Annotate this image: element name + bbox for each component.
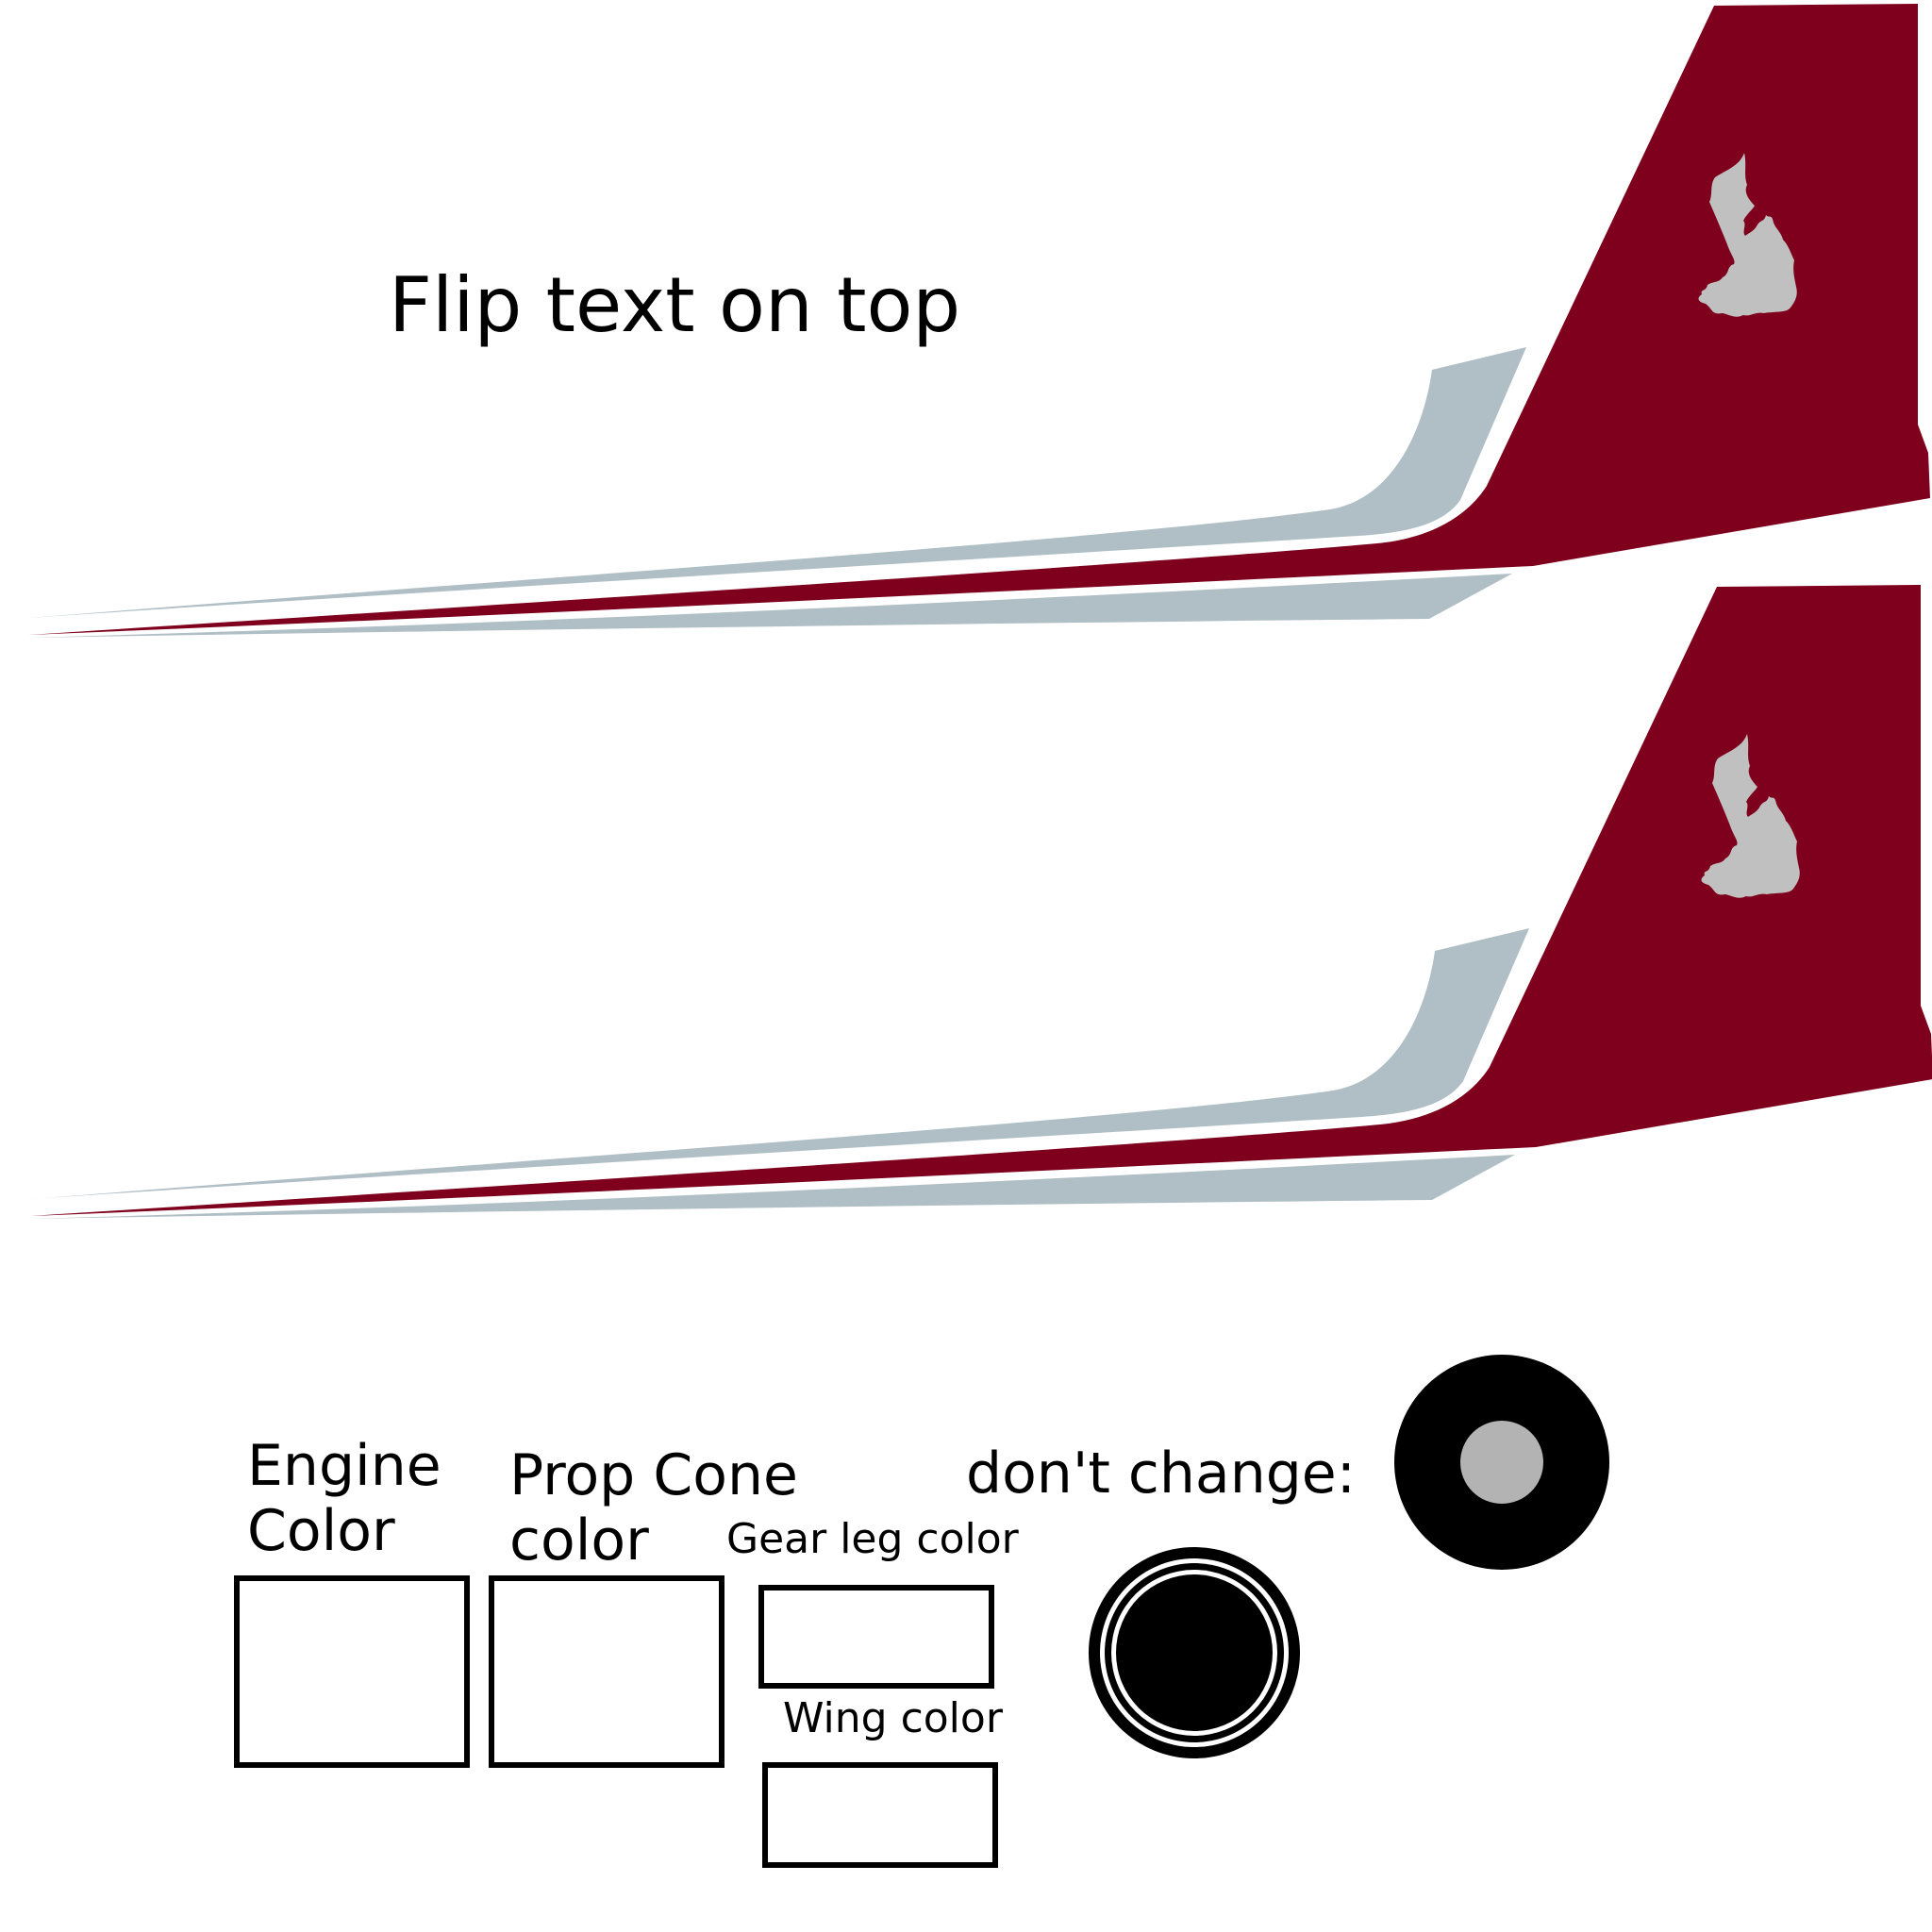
wing-color-label: Wing color bbox=[783, 1694, 1003, 1742]
fuselage-side-bottom bbox=[31, 585, 1932, 1219]
flip-text-note: Flip text on top bbox=[389, 261, 961, 349]
fuselage-side-top bbox=[28, 4, 1930, 638]
wing-color-swatch bbox=[762, 1762, 998, 1868]
gear-leg-color-swatch bbox=[758, 1585, 994, 1689]
propeller-spinner-icon bbox=[1089, 1547, 1300, 1758]
wheel-icon bbox=[1394, 1355, 1609, 1570]
prop-cone-color-swatch bbox=[489, 1575, 724, 1768]
engine-color-label: Engine Color bbox=[247, 1433, 441, 1564]
dont-change-label: don't change: bbox=[966, 1441, 1356, 1507]
engine-color-swatch bbox=[234, 1575, 470, 1768]
gear-leg-color-label: Gear leg color bbox=[726, 1515, 1019, 1563]
